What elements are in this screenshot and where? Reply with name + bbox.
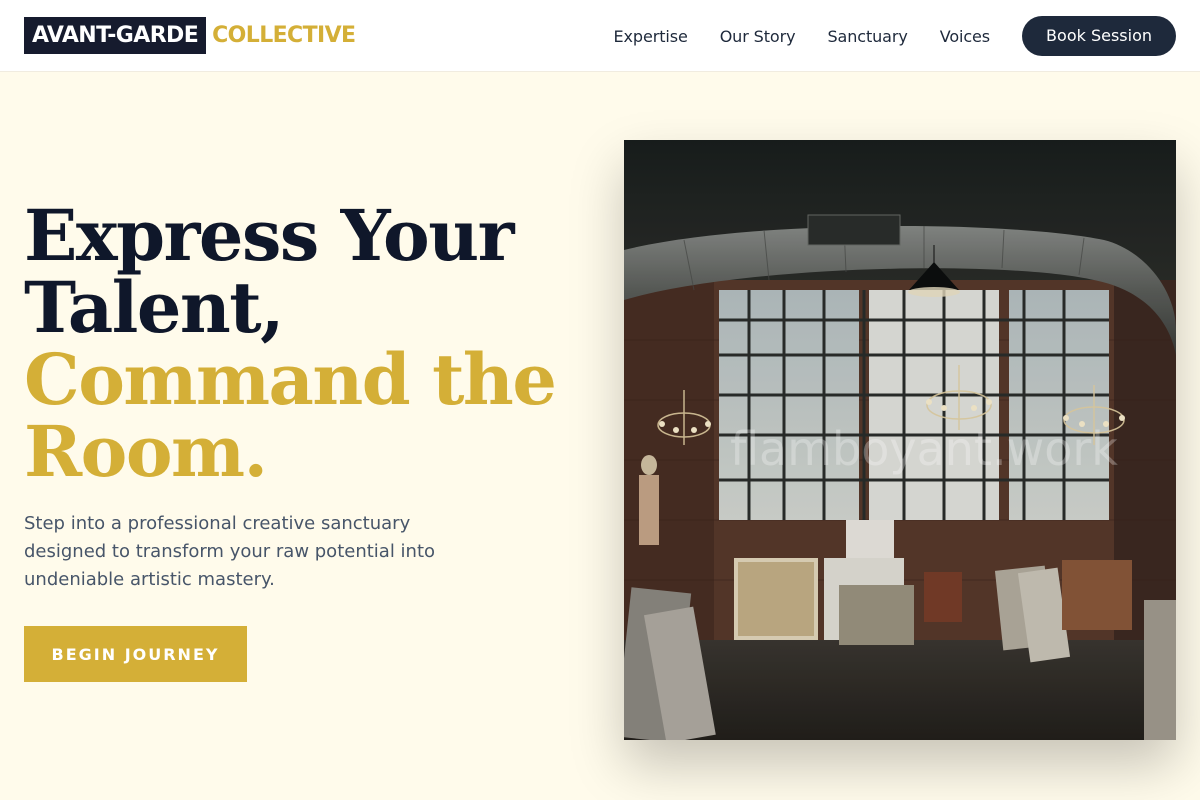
hero-description: Step into a professional creative sanctu…: [24, 513, 436, 590]
hero-headline: Express Your Talent, Command the Room.: [24, 200, 584, 488]
main-nav: Expertise Our Story Sanctuary Voices Boo…: [614, 0, 1176, 72]
headline-line-1: Express Your: [24, 194, 515, 277]
nav-link-our-story[interactable]: Our Story: [720, 27, 796, 46]
brand-name-accent: COLLECTIVE: [212, 23, 356, 48]
nav-link-sanctuary[interactable]: Sanctuary: [827, 27, 907, 46]
nav-link-voices[interactable]: Voices: [940, 27, 990, 46]
book-session-button[interactable]: Book Session: [1022, 16, 1176, 56]
brand-logo[interactable]: AVANT-GARDE COLLECTIVE: [24, 17, 356, 54]
nav-link-expertise[interactable]: Expertise: [614, 27, 688, 46]
brand-name-dark: AVANT-GARDE: [24, 17, 207, 54]
headline-accent-line-1: Command the: [24, 338, 557, 421]
headline-line-2: Talent,: [24, 266, 284, 349]
headline-accent-line-2: Room.: [24, 410, 268, 493]
hero-studio-image: flamboyant.work: [624, 140, 1176, 740]
begin-journey-button[interactable]: BEGIN JOURNEY: [24, 626, 247, 682]
site-header: AVANT-GARDE COLLECTIVE Expertise Our Sto…: [0, 0, 1200, 72]
image-watermark: flamboyant.work: [730, 422, 1118, 476]
